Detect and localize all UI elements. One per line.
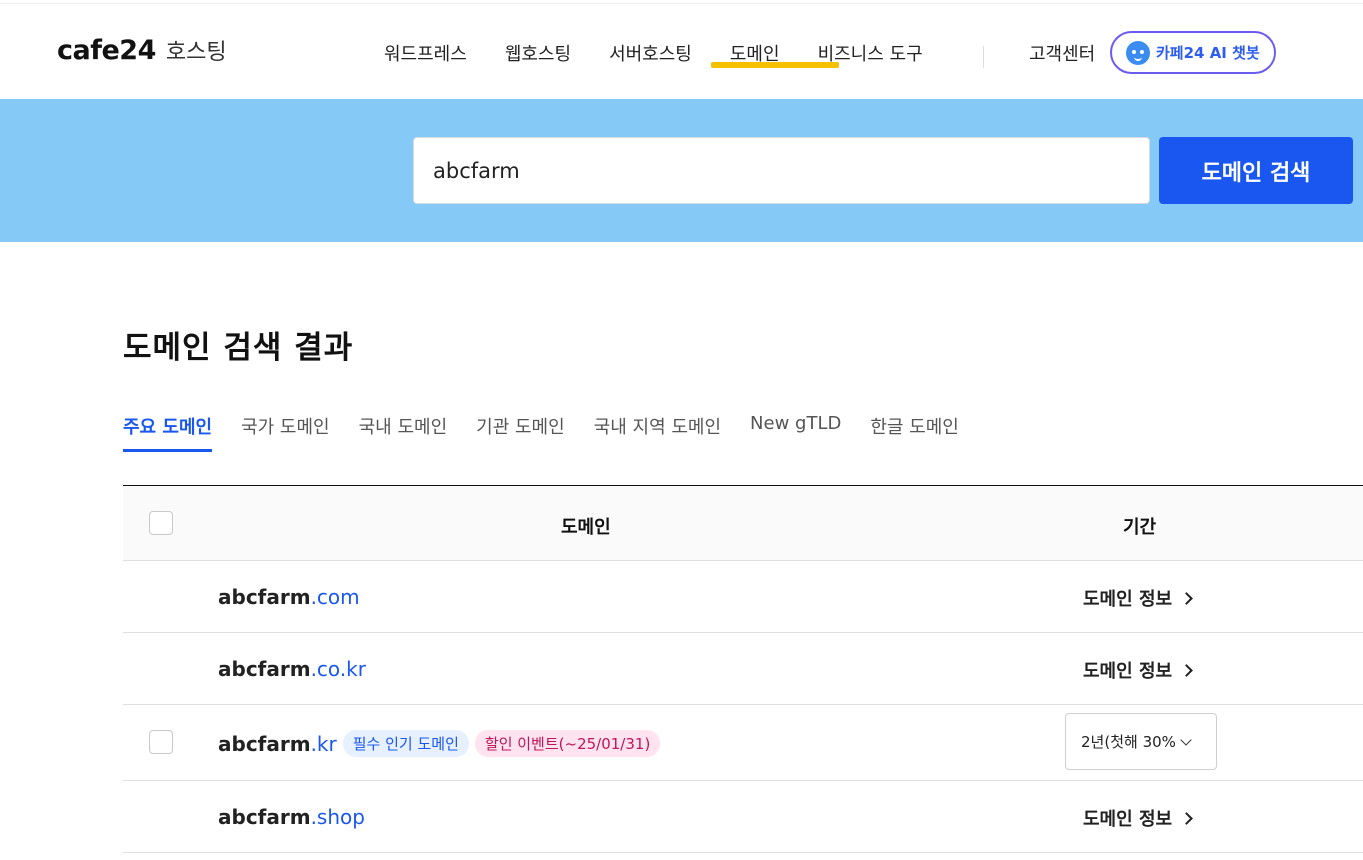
- table-row: abcfarm .com 도메인 정보: [123, 561, 1363, 633]
- chevron-right-icon: [1180, 663, 1193, 677]
- chatbot-label: 카페24 AI 챗봇: [1156, 44, 1260, 62]
- logo[interactable]: cafe24 호스팅: [57, 34, 227, 66]
- chatbot-button[interactable]: 카페24 AI 챗봇: [1110, 31, 1276, 74]
- domain-name: abcfarm: [218, 805, 311, 829]
- results-title: 도메인 검색 결과: [123, 330, 354, 366]
- table-row: abcfarm .shop 도메인 정보: [123, 781, 1363, 853]
- period-select[interactable]: 2년(첫해 30%: [1065, 713, 1217, 770]
- domain-label: abcfarm .co.kr: [218, 657, 366, 681]
- domain-info-link[interactable]: 도메인 정보: [1083, 657, 1193, 683]
- domain-search-button[interactable]: 도메인 검색: [1159, 137, 1353, 204]
- tab-institution-domains[interactable]: 기관 도메인: [476, 413, 565, 452]
- discount-badge: 할인 이벤트(~25/01/31): [474, 730, 661, 757]
- domain-name: abcfarm: [218, 585, 311, 609]
- nav-webhosting[interactable]: 웹호스팅: [505, 40, 571, 66]
- tab-major-domains[interactable]: 주요 도메인: [123, 413, 213, 452]
- domain-tld: .co.kr: [310, 657, 366, 681]
- table-row: abcfarm .kr 필수 인기 도메인 할인 이벤트(~25/01/31) 2…: [123, 705, 1363, 781]
- domain-name: abcfarm: [218, 731, 311, 756]
- chatbot-icon: [1126, 40, 1150, 65]
- domain-label: abcfarm .kr 필수 인기 도메인 할인 이벤트(~25/01/31): [218, 730, 661, 757]
- domain-label: abcfarm .com: [218, 585, 360, 609]
- domain-info-label: 도메인 정보: [1083, 589, 1173, 610]
- main-nav: 워드프레스 웹호스팅 서버호스팅 도메인 비즈니스 도구: [384, 40, 961, 66]
- domain-info-label: 도메인 정보: [1083, 809, 1173, 830]
- row-checkbox[interactable]: [149, 730, 173, 754]
- site-header: cafe24 호스팅 워드프레스 웹호스팅 서버호스팅 도메인 비즈니스 도구 …: [0, 4, 1363, 99]
- select-all-checkbox[interactable]: [149, 511, 173, 535]
- nav-divider: [983, 46, 984, 68]
- chevron-right-icon: [1180, 811, 1193, 825]
- column-domain: 도메인: [561, 517, 611, 538]
- search-band: 도메인 검색: [0, 99, 1363, 242]
- nav-wordpress[interactable]: 워드프레스: [384, 40, 467, 66]
- chevron-down-icon: [1180, 733, 1192, 746]
- domain-label: abcfarm .shop: [218, 805, 365, 829]
- results-table: 도메인 기간 abcfarm .com 도메인 정보 abcfarm .co.kr …: [123, 485, 1363, 853]
- domain-tld: .kr: [310, 731, 337, 756]
- table-header: 도메인 기간: [123, 486, 1363, 561]
- domain-info-link[interactable]: 도메인 정보: [1083, 805, 1193, 831]
- chevron-right-icon: [1180, 591, 1193, 605]
- domain-name: abcfarm: [218, 657, 311, 681]
- domain-tld: .shop: [310, 805, 365, 829]
- nav-support[interactable]: 고객센터: [1029, 40, 1095, 66]
- column-period: 기간: [1123, 517, 1157, 538]
- tab-korean-domains[interactable]: 한글 도메인: [870, 413, 959, 452]
- domain-info-link[interactable]: 도메인 정보: [1083, 585, 1193, 611]
- logo-mark: cafe24: [57, 35, 156, 66]
- domain-tabs: 주요 도메인 국가 도메인 국내 도메인 기관 도메인 국내 지역 도메인 Ne…: [123, 413, 988, 452]
- tab-country-domains[interactable]: 국가 도메인: [241, 413, 330, 452]
- domain-search-input[interactable]: [413, 137, 1150, 204]
- domain-info-label: 도메인 정보: [1083, 661, 1173, 682]
- period-value: 2년(첫해 30%: [1081, 733, 1176, 751]
- tab-new-gtld[interactable]: New gTLD: [750, 413, 841, 452]
- tab-regional-domains[interactable]: 국내 지역 도메인: [594, 413, 721, 452]
- popular-badge: 필수 인기 도메인: [342, 730, 469, 757]
- domain-tld: .com: [310, 585, 360, 609]
- table-row: abcfarm .co.kr 도메인 정보: [123, 633, 1363, 705]
- logo-subtitle: 호스팅: [165, 40, 227, 65]
- nav-active-underline: [711, 62, 839, 68]
- tab-domestic-domains[interactable]: 국내 도메인: [359, 413, 448, 452]
- nav-serverhosting[interactable]: 서버호스팅: [609, 40, 692, 66]
